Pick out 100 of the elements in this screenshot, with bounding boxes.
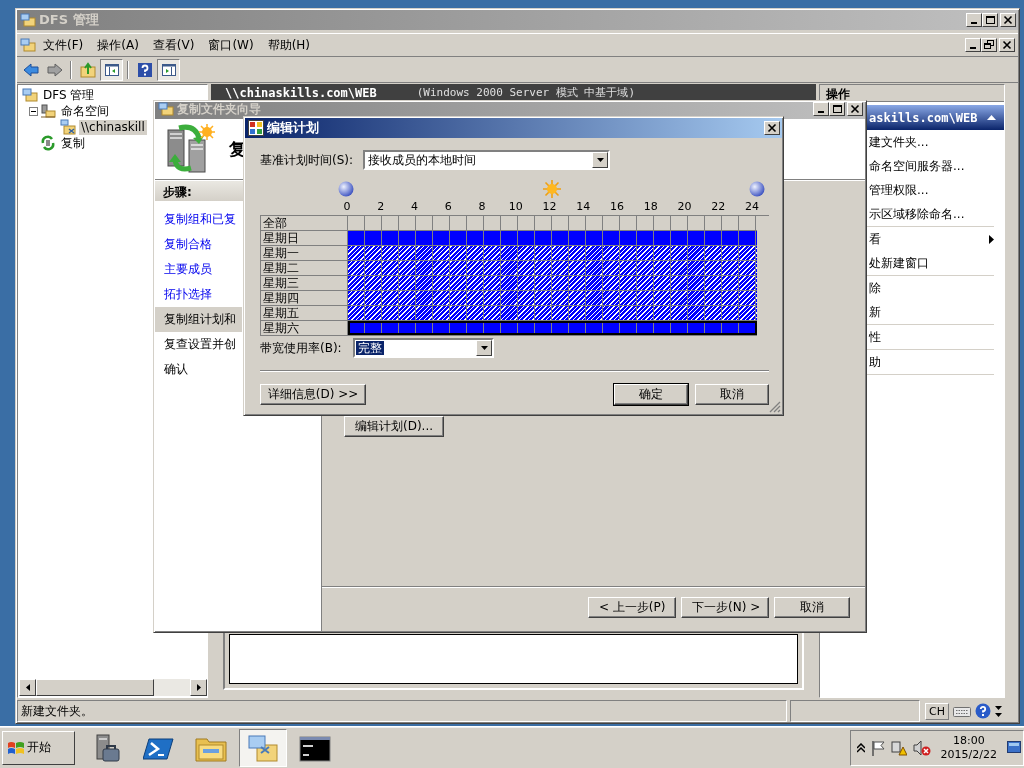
language-indicator[interactable]: CH [925, 702, 949, 720]
step-link[interactable]: 拓扑选择 [155, 282, 242, 307]
start-button[interactable]: 开始 [2, 730, 75, 765]
action-item[interactable]: 建文件夹... [869, 133, 994, 151]
day-label[interactable]: 星期六 [261, 321, 348, 336]
clock-date: 2015/2/22 [940, 747, 997, 762]
action-item[interactable]: 示区域移除命名... [869, 205, 994, 223]
section-title: askills.com\WEB [869, 110, 979, 125]
collapse-toggle[interactable] [29, 106, 38, 116]
chevron-up-icon[interactable] [856, 742, 865, 753]
schedule-cells[interactable] [348, 261, 757, 276]
options-arrow-icon[interactable] [994, 704, 1002, 718]
caret-icon[interactable] [596, 158, 604, 162]
folders-icon [247, 732, 279, 763]
day-label[interactable]: 星期五 [261, 306, 348, 321]
clock-time: 18:00 [952, 733, 985, 748]
folders-icon [20, 37, 36, 53]
edit-schedule-button[interactable]: 编辑计划(D)... [344, 416, 445, 437]
scroll-left-icon[interactable] [25, 684, 30, 691]
day-label[interactable]: 星期日 [261, 231, 348, 246]
folder-icon [60, 119, 76, 135]
section-header[interactable]: askills.com\WEB [867, 105, 1004, 130]
action-item[interactable]: 处新建窗口 [869, 254, 994, 272]
caret-icon[interactable] [480, 346, 488, 350]
step-item: 复制组计划和 [155, 307, 242, 332]
dialog-title: 编辑计划 [267, 119, 320, 137]
action-item[interactable]: 看 [869, 230, 989, 248]
namespace-path: \\chinaskills.com\WEB [225, 85, 377, 100]
menu-item[interactable]: 文件(F) [36, 34, 91, 56]
step-link[interactable]: 复制合格 [155, 232, 242, 257]
folders-icon [20, 12, 36, 28]
hour-label: 18 [642, 200, 659, 215]
hour-label: 16 [609, 200, 625, 215]
bandwidth-dropdown[interactable]: 完整 [353, 338, 494, 358]
hour-label: 0 [342, 200, 352, 215]
select-all-button[interactable]: 全部 [261, 216, 348, 231]
tree-item[interactable]: 复制 [59, 135, 87, 151]
keyboard-icon[interactable] [952, 704, 971, 718]
menu-item[interactable]: 查看(V) [145, 34, 202, 56]
menu-item[interactable]: 帮助(H) [260, 34, 318, 56]
menu-item[interactable]: 窗口(W) [201, 34, 261, 56]
hour-label: 4 [409, 200, 419, 215]
action-item[interactable]: 命名空间服务器... [869, 157, 994, 175]
back-button[interactable]: < 上一步(P) [588, 597, 676, 618]
ok-button[interactable]: 确定 [614, 384, 688, 405]
hour-label: 12 [541, 200, 558, 215]
action-item[interactable]: 助 [869, 353, 994, 371]
field-label: 基准计划时间(S): [260, 151, 354, 169]
hour-label: 24 [744, 200, 761, 215]
hour-label: 8 [477, 200, 487, 215]
action-item[interactable]: 性 [869, 328, 994, 346]
server-folder-icon [40, 103, 56, 119]
hour-label: 10 [507, 200, 524, 215]
action-item[interactable]: 除 [869, 279, 994, 297]
speaker-muted-icon[interactable] [912, 739, 931, 756]
hour-label: 22 [710, 200, 727, 215]
sun-icon [542, 180, 561, 198]
scroll-right-icon[interactable] [196, 684, 201, 691]
collapse-icon[interactable] [987, 115, 996, 120]
server-sync-icon [165, 124, 215, 174]
wizard-heading: 复 [229, 137, 246, 161]
network-warning-icon[interactable] [890, 739, 907, 756]
day-label[interactable]: 星期四 [261, 291, 348, 306]
step-item: 确认 [163, 361, 189, 378]
cancel-button[interactable]: 取消 [695, 384, 769, 405]
tree-item[interactable]: 命名空间 [59, 103, 111, 119]
day-label[interactable]: 星期一 [261, 246, 348, 261]
sync-arrows-icon [40, 135, 56, 151]
flag-icon[interactable] [870, 739, 885, 756]
action-item[interactable]: 新 [869, 303, 994, 321]
menu-item[interactable]: 操作(A) [90, 34, 146, 56]
hour-label: 2 [376, 200, 386, 215]
next-button[interactable]: 下一步(N) > [681, 597, 769, 618]
tree-item[interactable]: \\chinaskill [79, 119, 147, 135]
schedule-cells[interactable] [348, 321, 757, 336]
schedule-cells[interactable] [348, 306, 757, 321]
moon-icon [749, 181, 765, 197]
moon-icon [338, 181, 354, 197]
windows-flag-icon[interactable] [7, 739, 25, 756]
resize-grip[interactable] [769, 401, 781, 413]
horizontal-scrollbar[interactable] [19, 679, 207, 696]
schedule-cells[interactable] [348, 291, 757, 306]
help-icon[interactable] [974, 703, 991, 719]
day-label[interactable]: 星期二 [261, 261, 348, 276]
step-link[interactable]: 复制组和已复 [155, 207, 242, 232]
schedule-cells[interactable] [348, 276, 757, 291]
day-label[interactable]: 星期三 [261, 276, 348, 291]
cancel-button[interactable]: 取消 [774, 597, 850, 618]
step-link[interactable]: 主要成员 [155, 257, 242, 282]
field-label: 带宽使用率(B): [260, 339, 343, 357]
step-item: 复查设置并创 [163, 336, 237, 353]
schedule-basis-dropdown[interactable]: 接收成员的本地时间 [363, 150, 611, 170]
namespace-mode: (Windows 2000 Server 模式 中基于域) [416, 85, 636, 100]
hour-label: 14 [575, 200, 592, 215]
details-button[interactable]: 详细信息(D) >> [260, 384, 366, 405]
schedule-cells[interactable] [348, 246, 757, 261]
schedule-cells[interactable] [348, 231, 757, 246]
tree-item[interactable]: DFS 管理 [41, 87, 97, 103]
action-item[interactable]: 管理权限... [869, 181, 994, 199]
hour-header-cells[interactable] [348, 216, 757, 231]
